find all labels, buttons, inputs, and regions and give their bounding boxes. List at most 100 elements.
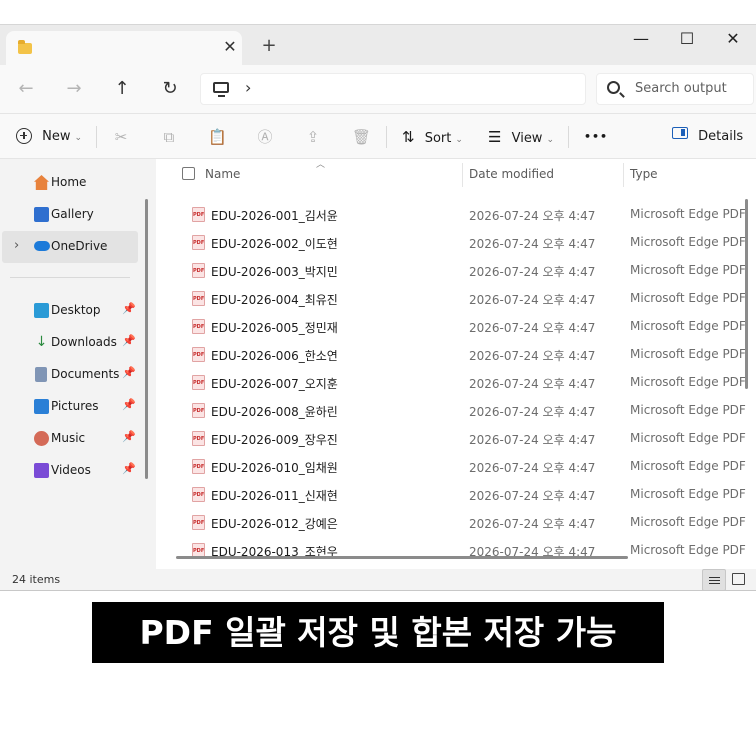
file-name: EDU-2026-007_오지훈 [211, 377, 338, 391]
more-options-button[interactable]: ••• [584, 114, 608, 160]
pin-icon[interactable]: 📌 [122, 302, 136, 315]
file-row[interactable]: PDF EDU-2026-002_이도현 2026-07-24 오후 4:47 Mic… [156, 229, 756, 257]
file-name: EDU-2026-010_임채원 [211, 461, 338, 475]
rename-icon[interactable]: Ⓐ [256, 128, 274, 146]
horizontal-scrollbar[interactable] [176, 556, 628, 559]
search-box[interactable]: Search output [596, 73, 754, 105]
view-label: View [511, 131, 543, 146]
this-pc-icon [213, 82, 229, 97]
chevron-right-icon[interactable]: › [14, 238, 19, 253]
column-header-type[interactable]: Type [630, 167, 658, 181]
forward-button[interactable]: → [62, 77, 86, 101]
pdf-file-icon: PDF [192, 431, 205, 446]
active-tab[interactable]: ✕ [6, 31, 242, 65]
pdf-file-icon: PDF [192, 235, 205, 250]
column-header-date[interactable]: Date modified [469, 167, 554, 181]
maximize-button[interactable]: ☐ [664, 25, 710, 55]
file-name: EDU-2026-002_이도현 [211, 237, 338, 251]
pin-icon[interactable]: 📌 [122, 430, 136, 443]
file-type: Microsoft Edge PDF [630, 515, 746, 529]
paste-icon[interactable]: 📋 [208, 128, 227, 146]
select-all-checkbox[interactable] [182, 167, 195, 180]
file-row[interactable]: PDF EDU-2026-008_윤하린 2026-07-24 오후 4:47 Mic… [156, 397, 756, 425]
item-count: 24 items [12, 573, 61, 586]
file-date-modified: 2026-07-24 오후 4:47 [469, 377, 596, 391]
pin-icon[interactable]: 📌 [122, 398, 136, 411]
sort-button[interactable]: ⇅ Sort ⌄ [402, 114, 463, 160]
toolbar-divider [386, 126, 387, 148]
new-tab-button[interactable]: + [258, 35, 280, 57]
file-row[interactable]: PDF EDU-2026-010_임채원 2026-07-24 오후 4:47 Mic… [156, 453, 756, 481]
file-row[interactable]: PDF EDU-2026-005_정민재 2026-07-24 오후 4:47 Mic… [156, 313, 756, 341]
file-date-modified: 2026-07-24 오후 4:47 [469, 293, 596, 307]
file-date-modified: 2026-07-24 오후 4:47 [469, 405, 596, 419]
file-name: EDU-2026-012_강예은 [211, 517, 338, 531]
sidebar-item-home[interactable]: Home [0, 167, 140, 199]
details-view-button[interactable] [702, 569, 726, 590]
chevron-down-icon: ⌄ [546, 135, 554, 145]
pin-icon[interactable]: 📌 [122, 334, 136, 347]
file-row[interactable]: PDF EDU-2026-001_김서윤 2026-07-24 오후 4:47 Mic… [156, 201, 756, 229]
status-bar: 24 items [0, 569, 756, 590]
sidebar-item-onedrive[interactable]: › OneDrive [2, 231, 138, 263]
file-type: Microsoft Edge PDF [630, 403, 746, 417]
file-row[interactable]: PDF EDU-2026-007_오지훈 2026-07-24 오후 4:47 Mic… [156, 369, 756, 397]
file-row[interactable]: PDF EDU-2026-006_한소연 2026-07-24 오후 4:47 Mic… [156, 341, 756, 369]
sidebar-item-downloads[interactable]: ↓ Downloads 📌 [0, 327, 140, 359]
file-row[interactable]: PDF EDU-2026-004_최유진 2026-07-24 오후 4:47 Mic… [156, 285, 756, 313]
file-date-modified: 2026-07-24 오후 4:47 [469, 265, 596, 279]
new-button[interactable]: New ⌄ [16, 114, 82, 160]
column-divider[interactable] [462, 163, 463, 187]
file-type: Microsoft Edge PDF [630, 487, 746, 501]
file-list: ︿ Name Date modified Type PDF EDU-2026-00… [156, 159, 756, 569]
file-row[interactable]: PDF EDU-2026-013_조현우 2026-07-24 오후 4:47 Mic… [156, 537, 756, 565]
sidebar-item-gallery[interactable]: Gallery [0, 199, 140, 231]
column-divider[interactable] [623, 163, 624, 187]
copy-icon[interactable]: ⧉ [160, 128, 178, 146]
videos-icon [34, 463, 49, 478]
breadcrumb-chevron-icon[interactable]: › [245, 78, 251, 97]
sidebar-item-documents[interactable]: Documents 📌 [0, 359, 140, 391]
file-row[interactable]: PDF EDU-2026-011_신재현 2026-07-24 오후 4:47 Mic… [156, 481, 756, 509]
cut-icon[interactable]: ✂ [112, 128, 130, 146]
sidebar-item-desktop[interactable]: Desktop 📌 [0, 295, 140, 327]
sidebar-item-pictures[interactable]: Pictures 📌 [0, 391, 140, 423]
search-icon [607, 81, 620, 94]
toolbar-divider [568, 126, 569, 148]
view-button[interactable]: ☰ View ⌄ [488, 114, 554, 160]
delete-icon[interactable]: 🗑 [352, 128, 371, 146]
column-header-name[interactable]: Name [205, 167, 240, 181]
sidebar-divider [10, 277, 130, 278]
refresh-button[interactable]: ↻ [158, 77, 182, 101]
file-date-modified: 2026-07-24 오후 4:47 [469, 349, 596, 363]
sidebar-item-videos[interactable]: Videos 📌 [0, 455, 140, 487]
title-bar: ✕ + — ☐ ✕ [0, 25, 756, 65]
documents-icon [35, 367, 47, 382]
details-pane-button[interactable]: Details [672, 114, 743, 160]
file-type: Microsoft Edge PDF [630, 347, 746, 361]
tiles-view-button[interactable] [732, 573, 745, 585]
file-row[interactable]: PDF EDU-2026-012_강예은 2026-07-24 오후 4:47 Mic… [156, 509, 756, 537]
back-button[interactable]: ← [14, 77, 38, 101]
file-type: Microsoft Edge PDF [630, 291, 746, 305]
pin-icon[interactable]: 📌 [122, 366, 136, 379]
pdf-file-icon: PDF [192, 291, 205, 306]
pdf-file-icon: PDF [192, 347, 205, 362]
file-row[interactable]: PDF EDU-2026-003_박지민 2026-07-24 오후 4:47 Mic… [156, 257, 756, 285]
file-name: EDU-2026-009_장우진 [211, 433, 338, 447]
search-input[interactable]: Search output [635, 81, 727, 96]
file-date-modified: 2026-07-24 오후 4:47 [469, 237, 596, 251]
pin-icon[interactable]: 📌 [122, 462, 136, 475]
close-window-button[interactable]: ✕ [710, 25, 756, 55]
sidebar-scrollbar[interactable] [145, 199, 148, 479]
up-button[interactable]: ↑ [110, 77, 134, 101]
minimize-button[interactable]: — [618, 25, 664, 55]
share-icon[interactable]: ⇪ [304, 128, 322, 146]
vertical-scrollbar[interactable] [745, 199, 748, 389]
sidebar-item-music[interactable]: Music 📌 [0, 423, 140, 455]
file-row[interactable]: PDF EDU-2026-009_장우진 2026-07-24 오후 4:47 Mic… [156, 425, 756, 453]
address-bar[interactable]: › [200, 73, 586, 105]
onedrive-icon [34, 241, 50, 251]
close-tab-button[interactable]: ✕ [218, 35, 242, 59]
pdf-file-icon: PDF [192, 403, 205, 418]
